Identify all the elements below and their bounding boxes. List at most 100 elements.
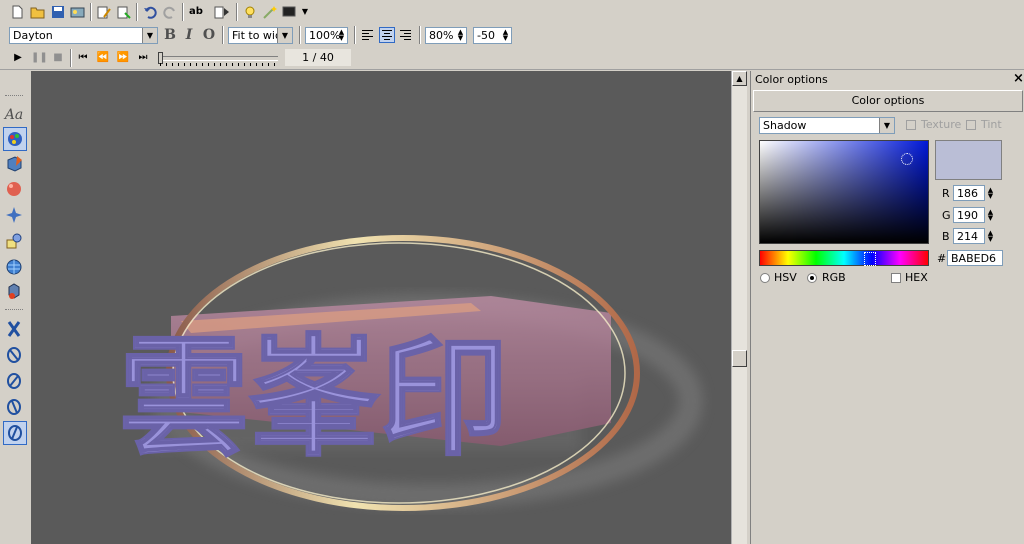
- stop-icon[interactable]: ■: [51, 51, 65, 65]
- first-frame-icon[interactable]: ⏮: [76, 51, 90, 65]
- texture-checkbox[interactable]: [906, 120, 916, 130]
- align-center-button[interactable]: [379, 27, 395, 43]
- scroll-thumb[interactable]: [732, 350, 747, 367]
- shapes-icon[interactable]: [0, 229, 28, 253]
- next-frame-icon[interactable]: ⏩: [116, 51, 130, 65]
- color-field[interactable]: [759, 140, 929, 244]
- redo-icon[interactable]: [162, 4, 178, 20]
- color-target-select[interactable]: Shadow ▼: [759, 117, 895, 134]
- undo-icon[interactable]: [142, 4, 158, 20]
- spinner-arrows-icon[interactable]: ▲ ▼: [501, 29, 510, 42]
- offset-value: -50: [477, 29, 495, 42]
- pause-icon[interactable]: ❚❚: [31, 51, 48, 65]
- b-label: B: [942, 230, 950, 243]
- animation-icon[interactable]: [214, 4, 230, 20]
- texture-label: Texture: [921, 118, 962, 131]
- rgb-radio[interactable]: [807, 273, 817, 283]
- playback-toolbar: ▶ ❚❚ ■ ⏮ ⏪ ⏩ ⏭ 1 / 40: [0, 47, 1024, 70]
- animation-effect-3-icon[interactable]: [0, 369, 28, 393]
- grip: [5, 95, 23, 98]
- section-header[interactable]: Color options: [753, 90, 1023, 112]
- b-input[interactable]: 214: [953, 228, 985, 244]
- hex-prefix: #: [937, 252, 947, 265]
- offset-stepper[interactable]: -50 ▲ ▼: [473, 27, 512, 44]
- align-left-button[interactable]: [360, 27, 376, 43]
- previous-frame-icon[interactable]: ⏪: [96, 51, 110, 65]
- scale-stepper[interactable]: 80% ▲ ▼: [425, 27, 467, 44]
- scroll-up-icon[interactable]: ▲: [732, 71, 747, 86]
- fit-mode-select[interactable]: Fit to widt ▼: [228, 27, 293, 44]
- animation-effect-4-icon[interactable]: [0, 395, 28, 419]
- rgb-label: RGB: [822, 271, 846, 284]
- color-options-panel: Color options × Color options Shadow ▼ T…: [750, 71, 1024, 544]
- sphere-material-icon[interactable]: [0, 177, 28, 201]
- slider-ticks: [160, 63, 276, 66]
- screen-icon[interactable]: [282, 4, 298, 20]
- frame-counter: 1 / 40: [285, 49, 351, 66]
- toolbar-separator: [182, 3, 184, 21]
- animation-effect-1-icon[interactable]: [0, 317, 28, 341]
- g-spinner-icon[interactable]: ▲ ▼: [986, 209, 995, 222]
- zoom-stepper[interactable]: 100% ▲ ▼: [305, 27, 348, 44]
- g-input[interactable]: 190: [953, 207, 985, 223]
- r-spinner-icon[interactable]: ▲ ▼: [986, 187, 995, 200]
- g-label: G: [942, 209, 951, 222]
- main-toolbar: ab ▼: [0, 0, 1024, 24]
- animation-effect-5-icon[interactable]: [3, 421, 27, 445]
- logo-render: 雲峯印: [118, 235, 703, 511]
- hsv-radio[interactable]: [760, 273, 770, 283]
- globe-icon[interactable]: [0, 255, 28, 279]
- hex-checkbox[interactable]: [891, 273, 901, 283]
- color-target-value: Shadow: [763, 119, 807, 132]
- hex-label: HEX: [905, 271, 928, 284]
- magic-wand-icon[interactable]: [262, 4, 278, 20]
- object-3d-icon[interactable]: [0, 279, 28, 303]
- chevron-down-icon: ▼: [879, 118, 894, 133]
- bold-button[interactable]: B: [162, 27, 178, 43]
- save-icon[interactable]: [50, 4, 66, 20]
- font-select[interactable]: Dayton ▼: [9, 27, 158, 44]
- new-file-icon[interactable]: [9, 4, 25, 20]
- format-toolbar: Dayton ▼ B I O Fit to widt ▼ 100% ▲ ▼ 80%…: [0, 24, 1024, 46]
- spinner-arrows-icon[interactable]: ▲ ▼: [337, 29, 346, 42]
- chevron-down-icon: ▼: [277, 28, 292, 43]
- zoom-value: 100%: [309, 29, 341, 42]
- italic-button[interactable]: I: [181, 27, 197, 43]
- panel-titlebar: Color options ×: [751, 71, 1024, 88]
- hue-slider-cursor[interactable]: [864, 252, 876, 266]
- logo-headline: 雲峯印: [119, 322, 509, 474]
- text-tool-icon[interactable]: Aa: [0, 103, 28, 127]
- toolbar-separator: [419, 26, 421, 44]
- spell-check-icon[interactable]: ab: [188, 4, 204, 20]
- lightbulb-icon[interactable]: [242, 4, 258, 20]
- edit-properties-icon[interactable]: [96, 4, 112, 20]
- color-palette-icon[interactable]: [3, 127, 27, 151]
- b-spinner-icon[interactable]: ▲ ▼: [986, 230, 995, 243]
- close-icon[interactable]: ×: [1013, 71, 1024, 86]
- cube-texture-icon[interactable]: [0, 151, 28, 175]
- animation-effect-2-icon[interactable]: [0, 343, 28, 367]
- color-field-cursor[interactable]: [901, 153, 913, 165]
- toolbar-separator: [299, 26, 301, 44]
- frame-slider[interactable]: [158, 52, 278, 64]
- chevron-down-icon[interactable]: ▼: [297, 4, 313, 20]
- export-image-icon[interactable]: [70, 4, 86, 20]
- grip: [5, 309, 23, 312]
- last-frame-icon[interactable]: ⏭: [136, 51, 150, 65]
- tint-checkbox[interactable]: [966, 120, 976, 130]
- canvas-vertical-scrollbar[interactable]: ▲: [731, 71, 747, 544]
- r-input[interactable]: 186: [953, 185, 985, 201]
- toolbar-separator: [354, 26, 356, 44]
- spinner-arrows-icon[interactable]: ▲ ▼: [456, 29, 465, 42]
- align-right-button[interactable]: [398, 27, 414, 43]
- open-folder-icon[interactable]: [30, 4, 46, 20]
- hex-input[interactable]: BABED6: [947, 250, 1003, 266]
- preview-canvas[interactable]: 雲峯印: [31, 71, 731, 544]
- toolbar-separator: [70, 49, 72, 67]
- hue-slider[interactable]: [759, 250, 929, 266]
- outline-button[interactable]: O: [201, 27, 217, 43]
- light-star-icon[interactable]: [0, 203, 28, 227]
- wizard-icon[interactable]: [116, 4, 132, 20]
- toolbar-separator: [236, 3, 238, 21]
- play-icon[interactable]: ▶: [11, 51, 25, 65]
